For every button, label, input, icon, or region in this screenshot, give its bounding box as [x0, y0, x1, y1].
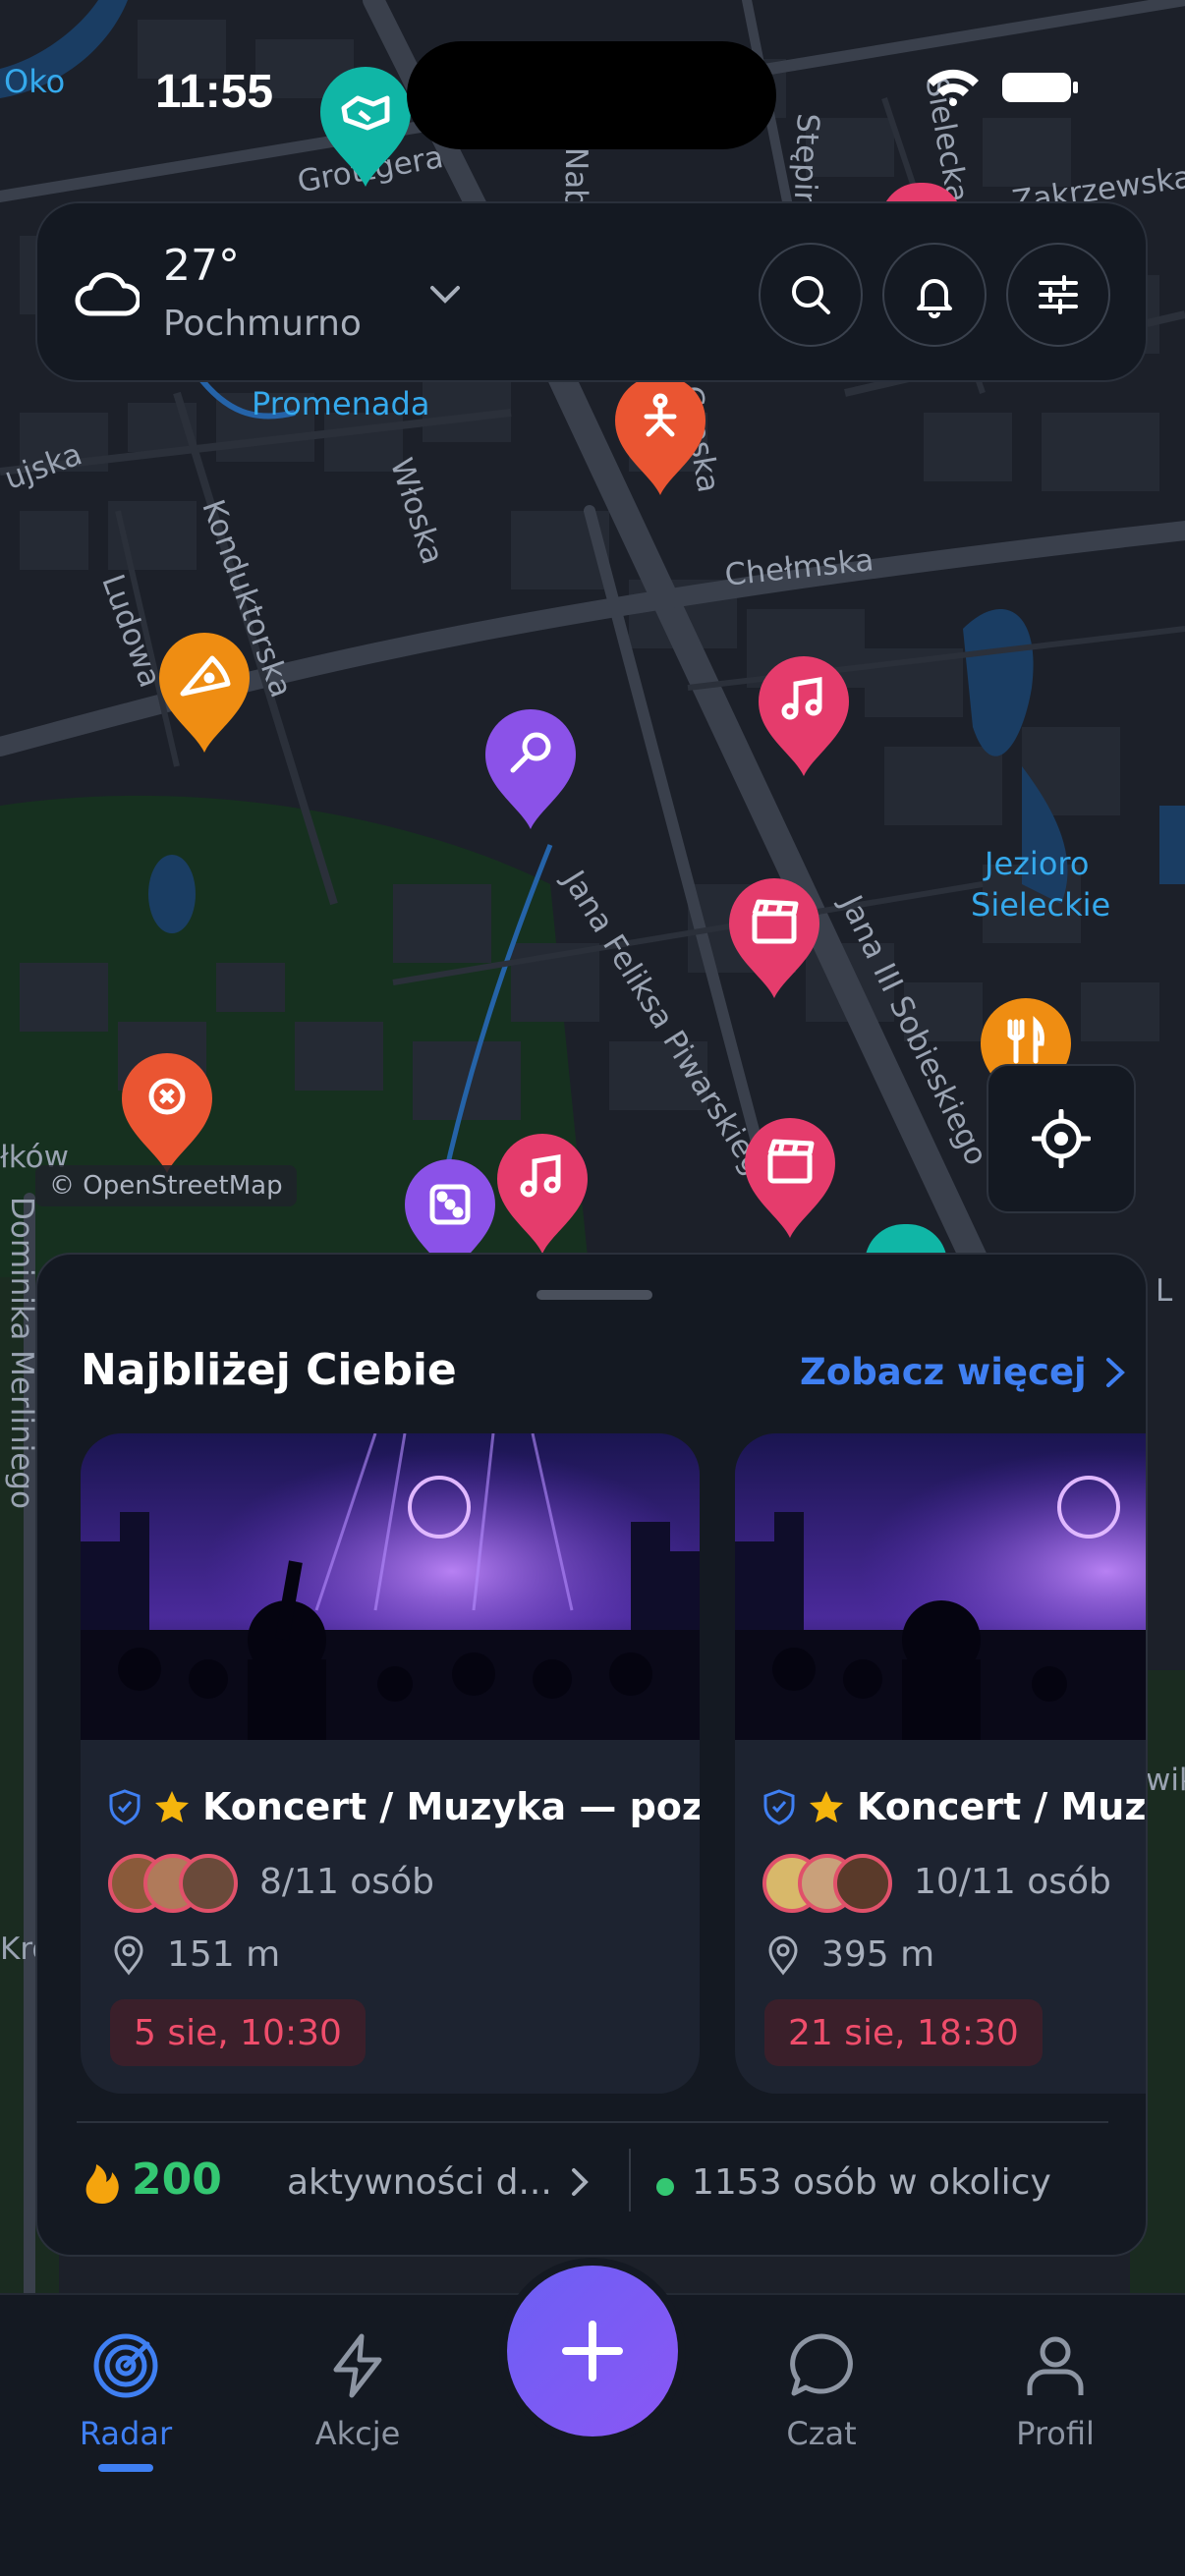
- map-label-merliniego: Dominika Merliniego: [4, 1197, 39, 1509]
- event-date: 21 sie, 18:30: [764, 1999, 1043, 2066]
- map-label-l: L: [1156, 1273, 1173, 1309]
- pin-music[interactable]: [755, 652, 853, 778]
- sheet-handle[interactable]: [536, 1290, 652, 1300]
- chevron-right-icon: [1105, 1357, 1125, 1387]
- activity-stats: 200 aktywności d... 1153 osób w okolicy: [83, 2149, 1114, 2229]
- event-date: 5 sie, 10:30: [110, 1999, 366, 2066]
- weather-condition: Pochmurno: [163, 304, 362, 344]
- pin-handshake[interactable]: [316, 63, 415, 189]
- event-distance: 395 m: [821, 1934, 935, 1975]
- plus-icon: [562, 2321, 623, 2381]
- location-pin-icon: [114, 1935, 143, 1976]
- see-more-link[interactable]: Zobacz więcej: [800, 1351, 1126, 1393]
- tab-radar[interactable]: Radar: [37, 2330, 214, 2452]
- tab-akcje-label: Akcje: [314, 2415, 401, 2452]
- map-label-wik: wik: [1146, 1763, 1185, 1798]
- event-title: Koncert / Muzyka — poz...: [108, 1785, 700, 1828]
- user-icon: [1027, 2336, 1084, 2395]
- chevron-right-icon[interactable]: [570, 2166, 590, 2198]
- map-label-sieleckie: Sieleckie: [971, 886, 1111, 924]
- pin-music-2[interactable]: [493, 1130, 592, 1256]
- verified-shield-icon: [109, 1789, 141, 1825]
- attendee-count: 10/11 osób: [914, 1862, 1111, 1902]
- stats-separator: [629, 2149, 631, 2212]
- avatar: [179, 1854, 238, 1913]
- filters-button[interactable]: [1006, 243, 1110, 347]
- fire-icon: [85, 2164, 119, 2204]
- pin-tennis[interactable]: [118, 1049, 216, 1175]
- sheet-divider: [77, 2121, 1108, 2123]
- verified-shield-icon: [763, 1789, 795, 1825]
- radar-icon: [93, 2333, 158, 2398]
- map-label-jezioro: Jezioro: [985, 845, 1090, 882]
- event-title-text: Koncert / Muzyka: [857, 1785, 1147, 1828]
- concert-image: [81, 1433, 700, 1740]
- weather-toolbar: 27° Pochmurno: [35, 201, 1148, 382]
- locate-me-button[interactable]: [987, 1064, 1136, 1213]
- bell-icon: [917, 279, 952, 318]
- event-title-text: Koncert / Muzyka — poz...: [202, 1785, 700, 1828]
- sliders-icon: [1039, 275, 1078, 314]
- attendee-count: 8/11 osób: [259, 1862, 434, 1902]
- wifi-icon: [928, 69, 979, 106]
- online-dot-icon: [656, 2178, 674, 2196]
- tab-profil[interactable]: Profil: [967, 2330, 1144, 2452]
- map-attribution[interactable]: © OpenStreetMap: [35, 1165, 297, 1206]
- activities-link[interactable]: aktywności d...: [287, 2162, 552, 2203]
- pin-pizza[interactable]: [155, 629, 254, 755]
- active-tab-indicator: [98, 2464, 153, 2472]
- tab-radar-label: Radar: [79, 2415, 173, 2452]
- sheet-title: Najbliżej Ciebie: [81, 1345, 457, 1395]
- avatar: [833, 1854, 892, 1913]
- pin-ping-pong[interactable]: [481, 705, 580, 831]
- cloud-icon: [75, 272, 140, 316]
- event-card[interactable]: Koncert / Muzyka 10/11 osób 395 m 21 sie…: [735, 1433, 1147, 2094]
- location-pin-icon: [768, 1935, 798, 1976]
- concert-image: [735, 1433, 1146, 1740]
- battery-icon: [1002, 73, 1078, 102]
- map-label-stepinska: Stępin: [786, 112, 825, 211]
- crosshair-icon: [1032, 1109, 1091, 1168]
- tab-profil-label: Profil: [1016, 2415, 1095, 2452]
- event-title: Koncert / Muzyka: [762, 1785, 1147, 1828]
- chat-bubble-icon: [790, 2333, 853, 2396]
- search-button[interactable]: [759, 243, 863, 347]
- weather-temperature: 27°: [163, 241, 240, 291]
- star-icon: [810, 1791, 843, 1822]
- status-icons: [928, 69, 1078, 106]
- pin-cinema-2[interactable]: [741, 1114, 839, 1240]
- map-label-oko: Oko: [4, 63, 66, 100]
- event-card[interactable]: Koncert / Muzyka — poz... 8/11 osób 151 …: [81, 1433, 700, 2094]
- tab-akcje[interactable]: Akcje: [269, 2330, 446, 2452]
- tab-czat[interactable]: Czat: [733, 2330, 910, 2452]
- map-label-promenada: Promenada: [252, 385, 430, 422]
- attendee-avatars: [108, 1854, 246, 1913]
- chevron-down-icon[interactable]: [428, 282, 462, 308]
- dynamic-island: [407, 41, 776, 149]
- pin-hiking[interactable]: [611, 371, 709, 497]
- status-time: 11:55: [155, 66, 274, 118]
- activities-count: 200: [132, 2155, 222, 2205]
- see-more-label: Zobacz więcej: [800, 1351, 1087, 1393]
- pin-cinema[interactable]: [725, 874, 823, 1000]
- event-distance: 151 m: [167, 1934, 281, 1975]
- notifications-button[interactable]: [882, 243, 987, 347]
- tab-czat-label: Czat: [786, 2415, 857, 2452]
- search-icon: [792, 276, 830, 314]
- add-activity-button[interactable]: [507, 2266, 678, 2436]
- nearby-sheet[interactable]: Najbliżej Ciebie Zobacz więcej Koncert /…: [35, 1253, 1148, 2257]
- attendee-avatars: [762, 1854, 900, 1913]
- people-nearby: 1153 osób w okolicy: [692, 2162, 1051, 2203]
- lightning-icon: [333, 2333, 382, 2398]
- star-icon: [155, 1791, 189, 1822]
